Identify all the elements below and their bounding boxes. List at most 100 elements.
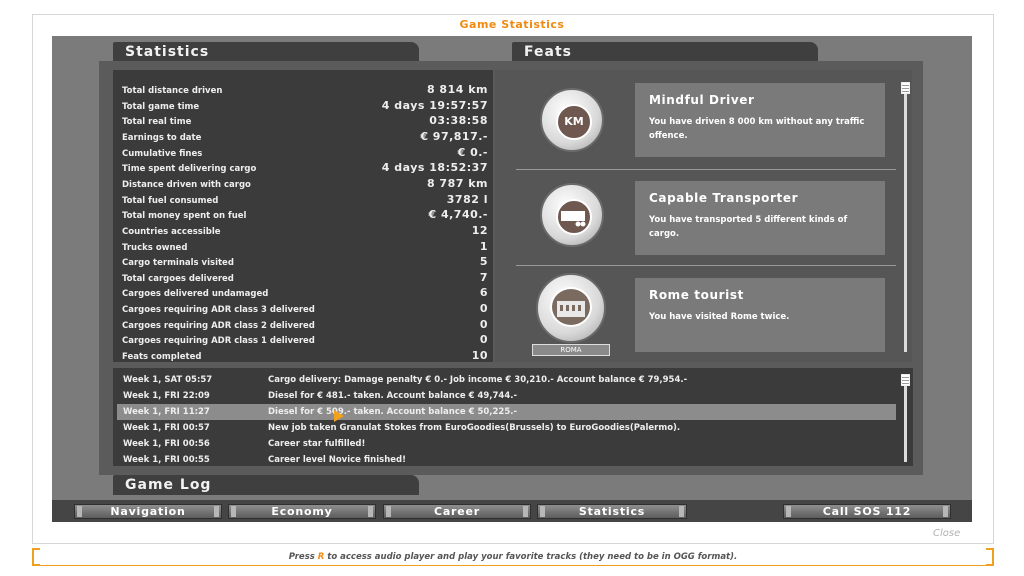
feat-divider	[516, 169, 896, 170]
feat-description: You have driven 8 000 km without any tra…	[649, 117, 865, 141]
statistics-header: Statistics	[113, 42, 419, 62]
stat-value: 8 787 km	[426, 176, 488, 190]
feat-description: You have visited Rome twice.	[649, 312, 790, 322]
stat-row: Trucks owned 1	[122, 240, 488, 256]
stat-label: Total fuel consumed	[122, 195, 219, 206]
log-entry[interactable]: Week 1, FRI 00:56 Career star fulfilled!	[117, 436, 896, 452]
stat-label: Distance driven with cargo	[122, 179, 251, 190]
stat-row: Cargoes requiring ADR class 3 delivered 0	[122, 302, 488, 318]
stat-value: 4 days 18:52:37	[381, 161, 488, 175]
log-time: Week 1, FRI 00:56	[123, 439, 210, 449]
feat-title: Mindful Driver	[649, 93, 755, 107]
log-entry[interactable]: Week 1, FRI 22:09 Diesel for € 481.- take…	[117, 388, 896, 404]
log-entry[interactable]: Week 1, SAT 05:57 Cargo delivery: Damage …	[117, 372, 896, 388]
log-scrollbar[interactable]	[904, 378, 907, 462]
stat-value: € 0.-	[457, 145, 488, 159]
log-entry[interactable]: Week 1, FRI 00:57 New job taken Granulat …	[117, 420, 896, 436]
stat-label: Total distance driven	[122, 86, 223, 96]
stat-value: 6	[479, 286, 488, 300]
stat-value: 4 days 19:57:57	[381, 98, 488, 112]
log-entry[interactable]: Week 1, FRI 00:55 Career level Novice fin…	[117, 452, 896, 468]
stat-label: Cumulative fines	[122, 148, 203, 159]
footer-text: Press R to access audio player and play …	[288, 552, 738, 562]
window-title: Game Statistics	[459, 18, 565, 31]
close-link[interactable]: Close	[933, 528, 960, 539]
log-time: Week 1, FRI 00:55	[123, 455, 210, 465]
stat-row: Time spent delivering cargo 4 days 18:52:…	[122, 161, 488, 177]
stat-label: Cargoes requiring ADR class 2 delivered	[122, 320, 315, 331]
stat-value: 10	[471, 349, 488, 363]
stat-row: Cumulative fines € 0.-	[122, 146, 488, 162]
stat-label: Time spent delivering cargo	[122, 164, 257, 175]
stat-label: Feats completed	[122, 352, 202, 363]
nav-button-economy[interactable]: Economy	[228, 504, 376, 519]
stat-label: Cargo terminals visited	[122, 258, 234, 269]
feats-scrollbar[interactable]	[904, 86, 907, 352]
stat-label: Cargoes delivered undamaged	[122, 289, 269, 300]
statistics-table: Total distance driven 8 814 km Total game …	[113, 70, 493, 362]
feat-title: Capable Transporter	[649, 191, 799, 205]
nav-button-career[interactable]: Career	[383, 504, 531, 519]
feat-card-rome-tourist: Rome tourist You have visited Rome twice…	[635, 278, 885, 352]
stat-row: Cargoes requiring ADR class 1 delivered 0	[122, 333, 488, 349]
log-time: Week 1, SAT 05:57	[123, 375, 213, 385]
stat-value: € 97,817.-	[420, 129, 488, 143]
stat-label: Total game time	[122, 101, 200, 112]
stat-row: Total game time 4 days 19:57:57	[122, 99, 488, 115]
stat-value: 12	[471, 223, 488, 237]
game-log-header: Game Log	[113, 475, 419, 495]
trailer-icon	[561, 211, 586, 227]
stat-row: Cargo terminals visited 5	[122, 255, 488, 271]
stat-label: Total cargoes delivered	[122, 273, 234, 284]
stat-label: Cargoes requiring ADR class 3 delivered	[122, 305, 315, 316]
mindful-driver-badge: KM	[540, 88, 604, 152]
colosseum-icon	[550, 287, 592, 327]
stat-value: 1	[479, 239, 488, 253]
log-message: New job taken Granulat Stokes from EuroG…	[268, 423, 681, 433]
stat-row: Total cargoes delivered 7	[122, 271, 488, 287]
capable-transporter-badge	[540, 183, 604, 247]
log-message: Career star fulfilled!	[268, 439, 366, 449]
feat-card-capable-transporter: Capable Transporter You have transported…	[635, 181, 885, 255]
log-time: Week 1, FRI 00:57	[123, 423, 210, 433]
stat-row: Feats completed 10	[122, 349, 488, 365]
laurel-km-icon: KM	[556, 104, 592, 140]
log-time: Week 1, FRI 22:09	[123, 391, 210, 401]
stat-value: 0	[479, 333, 488, 347]
stat-label: Total real time	[122, 117, 192, 128]
nav-button-navigation[interactable]: Navigation	[74, 504, 222, 519]
stat-label: Cargoes requiring ADR class 1 delivered	[122, 336, 315, 347]
rome-tourist-badge	[536, 273, 606, 343]
stat-row: Countries accessible 12	[122, 224, 488, 240]
log-message: Diesel for € 509.- taken. Account balanc…	[268, 407, 518, 417]
stat-row: Cargoes requiring ADR class 2 delivered 0	[122, 318, 488, 334]
stat-value: 0	[479, 302, 488, 316]
colosseum-icon	[557, 301, 585, 317]
stat-row: Total distance driven 8 814 km	[122, 83, 488, 99]
feats-scroll-thumb[interactable]	[901, 82, 910, 94]
feats-header: Feats	[512, 42, 818, 62]
log-message: Career level Novice finished!	[268, 455, 406, 465]
stat-row: Total real time 03:38:58	[122, 114, 488, 130]
stat-row: Total money spent on fuel € 4,740.-	[122, 208, 488, 224]
stat-row: Earnings to date € 97,817.-	[122, 130, 488, 146]
feat-description: You have transported 5 different kinds o…	[649, 215, 848, 239]
game-log-list: Week 1, SAT 05:57 Cargo delivery: Damage …	[113, 368, 913, 466]
log-entry[interactable]: Week 1, FRI 11:27 Diesel for € 509.- take…	[117, 404, 896, 420]
stat-label: Earnings to date	[122, 132, 202, 143]
trailer-icon	[556, 199, 592, 235]
feat-card-mindful-driver: Mindful Driver You have driven 8 000 km …	[635, 83, 885, 157]
stat-value: 7	[479, 270, 488, 284]
nav-button-statistics[interactable]: Statistics	[537, 504, 687, 519]
mouse-cursor-icon	[334, 410, 344, 422]
call-sos-button[interactable]: Call SOS 112	[783, 504, 951, 519]
stat-value: 8 814 km	[426, 83, 488, 96]
footer-line	[32, 565, 994, 566]
feat-divider	[516, 265, 896, 266]
log-time: Week 1, FRI 11:27	[123, 407, 210, 417]
roma-plaque: ROMA	[532, 344, 610, 356]
stat-value: 0	[479, 317, 488, 331]
stat-label: Countries accessible	[122, 226, 221, 237]
stat-label: Trucks owned	[122, 242, 188, 253]
log-scroll-thumb[interactable]	[901, 374, 910, 386]
